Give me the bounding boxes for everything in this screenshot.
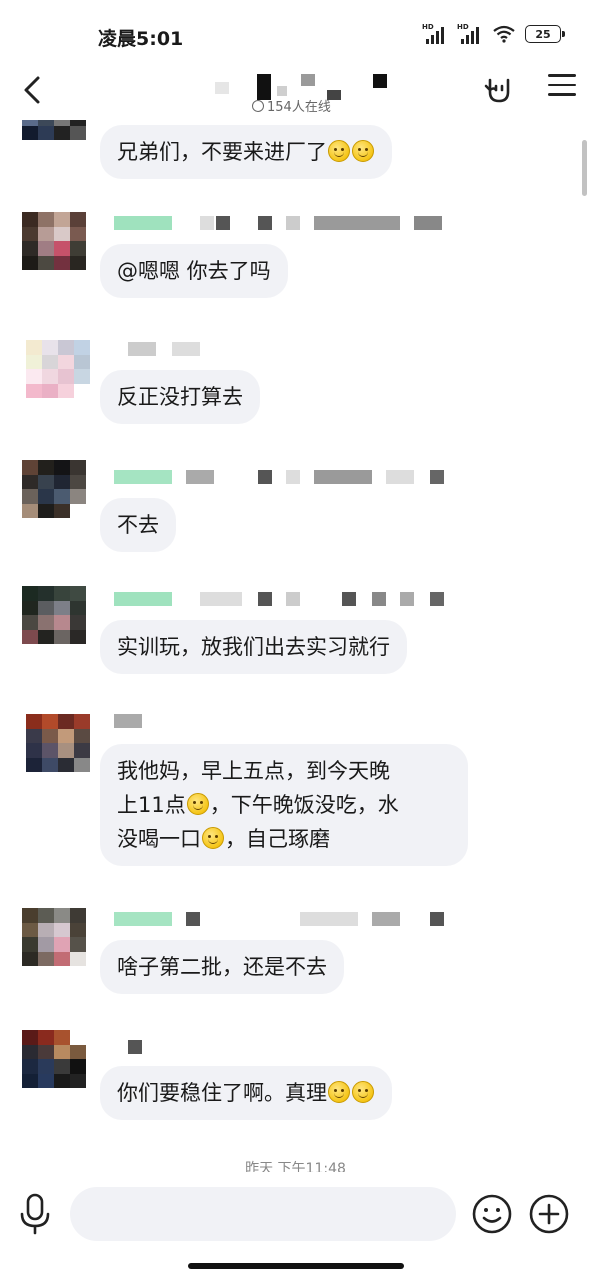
sender-name-redacted	[114, 216, 444, 232]
message-bubble[interactable]: 反正没打算去	[100, 370, 260, 424]
plus-circle-icon	[529, 1194, 569, 1234]
sender-name-redacted	[114, 714, 154, 730]
smile-emoji-icon	[352, 1081, 374, 1103]
wifi-icon	[492, 25, 516, 43]
battery-icon: 25	[525, 25, 565, 43]
sender-name-redacted	[114, 592, 444, 608]
message-line: 上11点 ，下午晚饭没吃，水	[117, 788, 451, 822]
emoji-button[interactable]	[471, 1193, 513, 1235]
message-bubble[interactable]: 不去	[100, 498, 176, 552]
rock-hand-icon	[484, 78, 510, 103]
message-text: @嗯嗯 你去了吗	[117, 259, 271, 283]
group-title-redacted	[215, 68, 395, 100]
message-bubble[interactable]: 啥子第二批，还是不去	[100, 940, 344, 994]
message-text: 实训玩，放我们出去实习就行	[117, 635, 390, 659]
message-text: ，自己琢磨	[225, 827, 330, 851]
message-text: 不去	[117, 513, 159, 537]
message-text: ，下午晚饭没吃，水	[209, 793, 399, 817]
home-indicator[interactable]	[188, 1263, 404, 1269]
avatar[interactable]	[22, 908, 86, 966]
menu-button[interactable]	[548, 74, 576, 102]
sender-name-redacted	[114, 470, 444, 486]
chat-message-list[interactable]: 兄弟们，不要来进厂了 @嗯嗯 你去了吗 反正没打算去 不去 实训玩，放我们出去实…	[0, 120, 591, 1172]
message-bubble[interactable]: 兄弟们，不要来进厂了	[100, 125, 392, 179]
smile-emoji-icon	[352, 140, 374, 162]
message-line: 我他妈，早上五点，到今天晚	[117, 759, 390, 783]
sender-name-redacted	[128, 342, 208, 358]
avatar[interactable]	[26, 714, 90, 772]
more-actions-button[interactable]	[528, 1193, 570, 1235]
smile-emoji-icon	[186, 793, 209, 815]
message-text: 反正没打算去	[117, 385, 243, 409]
message-timestamp: 昨天 下午11:48	[245, 1161, 346, 1172]
message-bubble[interactable]: 你们要稳住了啊。真理	[100, 1066, 392, 1120]
message-bubble[interactable]: @嗯嗯 你去了吗	[100, 244, 288, 298]
message-input-bar	[0, 1172, 591, 1280]
avatar[interactable]	[22, 586, 86, 644]
online-indicator-icon	[252, 99, 264, 112]
message-input[interactable]	[70, 1187, 456, 1241]
sender-name-redacted	[128, 1040, 148, 1056]
sender-name-redacted	[114, 912, 444, 928]
smile-emoji-icon	[328, 1081, 350, 1103]
microphone-icon	[20, 1193, 50, 1235]
hd-signal-icon: HD	[422, 23, 448, 44]
smile-emoji-icon	[328, 140, 350, 162]
voice-input-button[interactable]	[18, 1192, 52, 1236]
message-text: 没喝一口	[117, 827, 201, 851]
message-text: 啥子第二批，还是不去	[117, 955, 327, 979]
hd-signal-icon: HD	[457, 23, 483, 44]
message-text: 兄弟们，不要来进厂了	[117, 140, 327, 164]
scrollbar-thumb[interactable]	[582, 140, 587, 196]
status-time: 凌晨5:01	[98, 28, 184, 50]
smiley-face-icon	[472, 1194, 512, 1234]
avatar[interactable]	[22, 120, 86, 140]
status-bar: 凌晨5:01 HD HD 25	[0, 0, 591, 62]
avatar[interactable]	[22, 212, 86, 270]
chevron-left-icon	[24, 76, 40, 104]
online-count-label: 154人在线	[267, 100, 331, 115]
message-line: 没喝一口 ，自己琢磨	[117, 822, 451, 856]
message-text: 你们要稳住了啊。真理	[117, 1081, 327, 1105]
avatar[interactable]	[26, 340, 90, 398]
smile-emoji-icon	[202, 827, 224, 849]
hamburger-menu-icon	[548, 74, 576, 96]
back-button[interactable]	[18, 72, 48, 108]
status-icons: HD HD 25	[422, 22, 565, 46]
online-count: 154人在线	[252, 96, 331, 115]
message-text: 上11点	[117, 793, 186, 817]
rock-hand-button[interactable]	[482, 72, 516, 106]
chat-header: 154人在线	[0, 62, 591, 120]
avatar[interactable]	[22, 1030, 86, 1088]
message-bubble[interactable]: 我他妈，早上五点，到今天晚 上11点 ，下午晚饭没吃，水 没喝一口 ，自己琢磨	[100, 744, 468, 866]
message-bubble[interactable]: 实训玩，放我们出去实习就行	[100, 620, 407, 674]
avatar[interactable]	[22, 460, 86, 518]
